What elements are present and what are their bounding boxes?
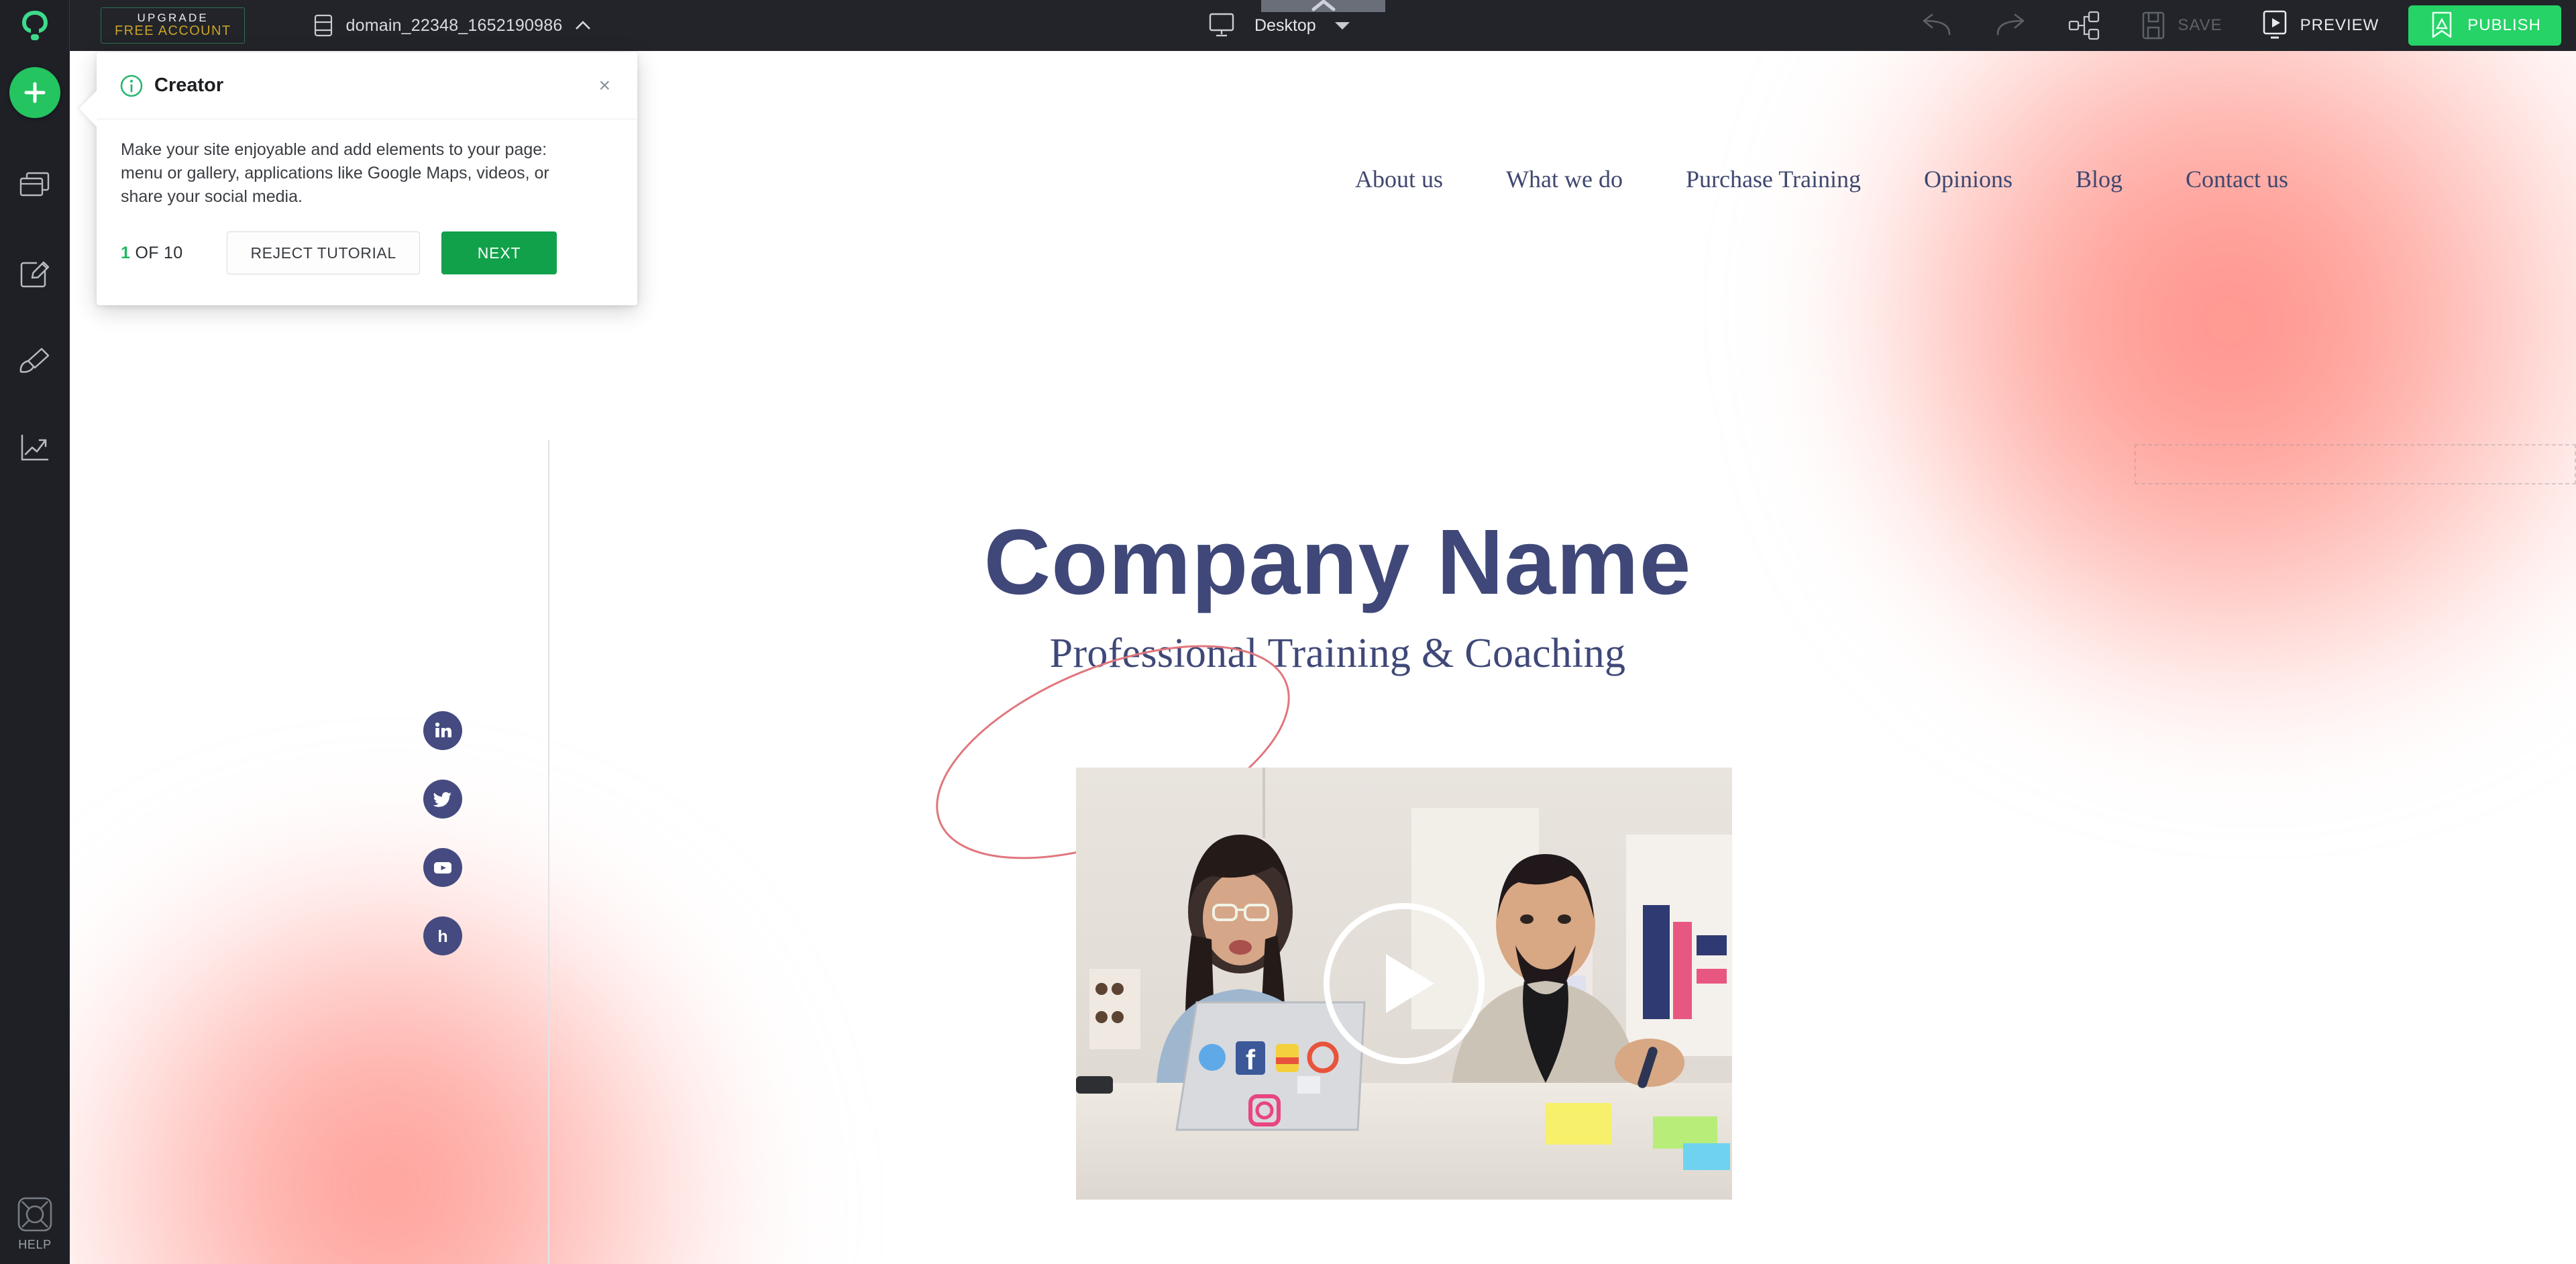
left-tool-rail: HELP <box>0 51 70 1264</box>
tutorial-step-counter: 1 OF 10 <box>121 244 182 263</box>
server-icon <box>315 14 333 37</box>
tutorial-popup: Creator × Make your site enjoyable and a… <box>97 52 637 305</box>
page-subtitle[interactable]: Professional Training & Coaching <box>794 630 1881 678</box>
save-button[interactable]: SAVE <box>2121 0 2241 51</box>
redo-arrow-icon <box>1997 13 2025 36</box>
social-links: h <box>423 711 462 955</box>
nav-link-opinions[interactable]: Opinions <box>1924 165 2012 193</box>
youtube-icon <box>434 862 451 874</box>
add-element-button[interactable] <box>9 67 60 118</box>
help-label: HELP <box>18 1238 52 1251</box>
sidebar-item-design[interactable] <box>0 334 70 388</box>
close-icon[interactable]: × <box>594 72 614 100</box>
upgrade-label-secondary: FREE ACCOUNT <box>115 23 231 39</box>
tutorial-footer: 1 OF 10 REJECT TUTORIAL NEXT <box>97 209 637 305</box>
floppy-save-icon <box>2143 11 2165 40</box>
social-link-twitter[interactable] <box>423 780 462 819</box>
lifebuoy-icon <box>17 1197 52 1232</box>
linkedin-icon <box>435 722 451 737</box>
play-button[interactable] <box>1324 903 1485 1064</box>
social-link-youtube[interactable] <box>423 848 462 887</box>
plus-icon <box>24 82 46 103</box>
twitter-bird-icon <box>433 792 451 807</box>
help-button[interactable]: HELP <box>0 1196 70 1252</box>
domain-selector[interactable]: domain_22348_1652190986 <box>313 14 592 37</box>
preview-label: PREVIEW <box>2300 16 2379 34</box>
nav-link-purchase-training[interactable]: Purchase Training <box>1686 165 1861 193</box>
svg-text:h: h <box>437 927 447 946</box>
hero-section: Company Name Professional Training & Coa… <box>794 514 1881 678</box>
publish-button[interactable]: PUBLISH <box>2408 5 2561 46</box>
undo-button[interactable] <box>1900 0 1974 51</box>
hero-video-thumbnail[interactable]: f <box>1076 768 1732 1200</box>
page-title[interactable]: Company Name <box>794 514 1881 611</box>
publish-label: PUBLISH <box>2467 16 2541 34</box>
domain-name-label: domain_22348_1652190986 <box>345 15 563 35</box>
website-builder-app: UPGRADE FREE ACCOUNT domain_22348_165219… <box>0 0 2576 1264</box>
tutorial-body: Make your site enjoyable and add element… <box>97 119 637 209</box>
nav-link-blog[interactable]: Blog <box>2076 165 2123 193</box>
paint-brush-icon <box>19 348 50 373</box>
save-label: SAVE <box>2178 16 2222 34</box>
decorative-blob-top-right <box>1865 51 2576 702</box>
top-toolbar-actions: SAVE PREVIEW PUBLISH <box>1900 0 2576 51</box>
preview-button[interactable]: PREVIEW <box>2241 0 2398 51</box>
play-triangle-icon <box>1386 954 1434 1013</box>
oddo-ring-logo-icon <box>21 11 48 40</box>
sitemap-button[interactable] <box>2047 0 2121 51</box>
redo-button[interactable] <box>1974 0 2047 51</box>
chevron-up-icon <box>576 21 591 30</box>
publish-upload-icon <box>2432 11 2452 38</box>
upgrade-account-button[interactable]: UPGRADE FREE ACCOUNT <box>101 7 246 44</box>
social-link-linkedin[interactable] <box>423 711 462 750</box>
tutorial-step-total: OF 10 <box>130 243 183 262</box>
layout-guide-line <box>548 440 549 1264</box>
upgrade-label-primary: UPGRADE <box>137 11 209 24</box>
houzz-h-icon: h <box>437 927 447 946</box>
pages-stack-icon <box>19 172 50 197</box>
device-label: Desktop <box>1254 15 1316 35</box>
nav-link-what-we-do[interactable]: What we do <box>1506 165 1623 193</box>
tutorial-description: Make your site enjoyable and add element… <box>121 140 549 206</box>
preview-play-icon <box>2263 10 2286 39</box>
decorative-blob-bottom-left <box>70 875 727 1264</box>
next-step-button[interactable]: NEXT <box>441 231 557 274</box>
nav-link-about-us[interactable]: About us <box>1355 165 1443 193</box>
sitemap-icon <box>2069 11 2100 40</box>
sidebar-item-analytics[interactable] <box>0 421 70 475</box>
sidebar-item-pages[interactable] <box>0 158 70 212</box>
tutorial-header: Creator × <box>97 52 637 119</box>
desktop-monitor-icon <box>1209 13 1234 37</box>
edit-pencil-icon <box>20 261 50 288</box>
nav-link-contact-us[interactable]: Contact us <box>2186 165 2288 193</box>
caret-down-icon <box>1334 21 1350 30</box>
reject-tutorial-button[interactable]: REJECT TUTORIAL <box>227 231 420 274</box>
chart-trend-icon <box>21 434 49 461</box>
svg-text:f: f <box>1246 1044 1256 1075</box>
device-preview-selector[interactable]: Desktop <box>1208 0 1350 51</box>
empty-element-placeholder[interactable] <box>2135 444 2576 484</box>
social-link-houzz[interactable]: h <box>423 916 462 955</box>
undo-arrow-icon <box>1923 13 1951 36</box>
tutorial-step-current: 1 <box>121 243 131 262</box>
top-toolbar: UPGRADE FREE ACCOUNT domain_22348_165219… <box>0 0 2576 51</box>
info-circle-icon <box>120 74 143 97</box>
tutorial-title: Creator <box>154 74 224 96</box>
app-logo[interactable] <box>0 0 70 51</box>
site-navigation: About us What we do Purchase Training Op… <box>1355 165 2288 193</box>
sidebar-item-edit[interactable] <box>0 247 70 301</box>
